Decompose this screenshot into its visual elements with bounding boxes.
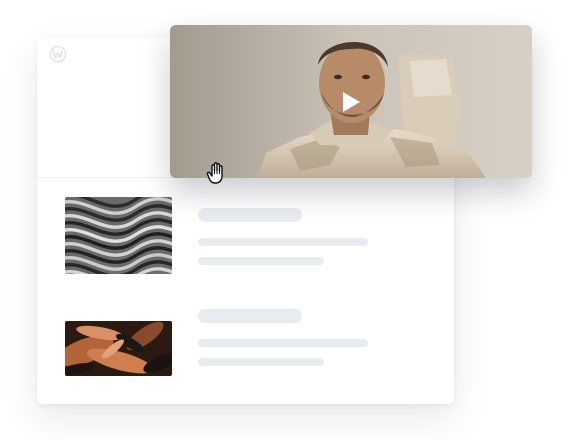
post-thumbnail-feathers[interactable] — [65, 321, 172, 376]
post-excerpt-line-placeholder — [198, 257, 324, 265]
video-player[interactable] — [170, 25, 532, 178]
post-excerpt-line-placeholder — [198, 339, 368, 347]
post-thumbnail-waves[interactable] — [65, 197, 172, 274]
grab-hand-cursor-icon — [206, 160, 230, 186]
play-icon — [343, 92, 360, 112]
post-title-placeholder — [198, 309, 302, 323]
play-button[interactable] — [339, 90, 363, 114]
post-title-placeholder — [198, 208, 302, 222]
post-excerpt-line-placeholder — [198, 358, 324, 366]
post-excerpt-line-placeholder — [198, 238, 368, 246]
wordpress-logo-icon — [49, 45, 67, 63]
stage — [0, 0, 570, 441]
